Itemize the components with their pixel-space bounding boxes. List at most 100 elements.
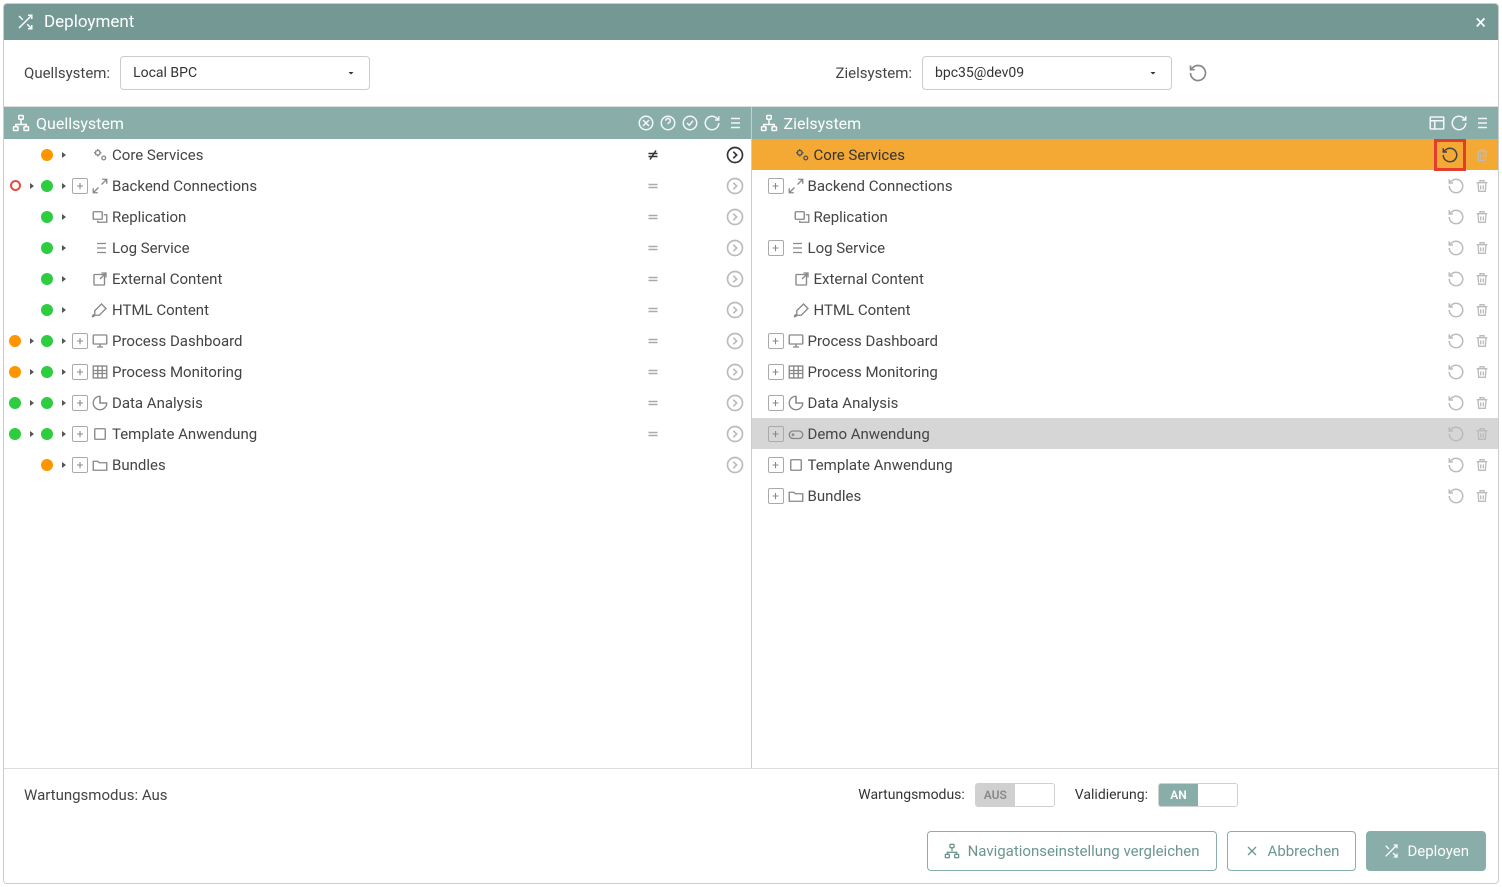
transfer-arrow-icon[interactable]: [725, 300, 745, 320]
tree-row-label: HTML Content: [814, 301, 1445, 319]
expand-icon: [72, 302, 88, 318]
refresh-icon[interactable]: [1450, 114, 1468, 132]
source-tree-row[interactable]: Core Services: [4, 139, 751, 170]
source-tree-row[interactable]: HTML Content: [4, 294, 751, 325]
close-icon[interactable]: ×: [1475, 10, 1486, 34]
transfer-arrow-icon[interactable]: [725, 176, 745, 196]
expand-icon[interactable]: +: [72, 426, 88, 442]
expand-icon[interactable]: +: [768, 395, 784, 411]
transfer-arrow-icon[interactable]: [725, 455, 745, 475]
target-system-dropdown[interactable]: bpc35@dev09: [922, 56, 1172, 90]
undo-icon[interactable]: [1446, 332, 1466, 350]
trash-icon[interactable]: [1472, 333, 1492, 349]
undo-icon[interactable]: [1446, 239, 1466, 257]
trash-icon[interactable]: [1472, 240, 1492, 256]
undo-icon[interactable]: [1446, 177, 1466, 195]
expand-icon[interactable]: +: [72, 364, 88, 380]
expand-icon[interactable]: +: [72, 395, 88, 411]
transfer-arrow-icon[interactable]: [725, 145, 745, 165]
shuffle-icon: [16, 13, 34, 31]
undo-icon[interactable]: [1446, 270, 1466, 288]
expand-icon[interactable]: +: [768, 178, 784, 194]
undo-icon[interactable]: [1434, 139, 1466, 171]
target-tree-row[interactable]: +Process Monitoring: [752, 356, 1499, 387]
undo-icon[interactable]: [1446, 301, 1466, 319]
source-tree-row[interactable]: +Template Anwendung: [4, 418, 751, 449]
transfer-arrow-icon[interactable]: [725, 269, 745, 289]
expand-icon[interactable]: +: [768, 364, 784, 380]
window-title: Deployment: [44, 12, 1465, 32]
source-tree-row[interactable]: +Process Dashboard: [4, 325, 751, 356]
source-tree-row[interactable]: +Data Analysis: [4, 387, 751, 418]
source-tree-row[interactable]: Log Service: [4, 232, 751, 263]
trash-icon[interactable]: [1472, 302, 1492, 318]
expand-icon[interactable]: +: [768, 333, 784, 349]
expand-icon[interactable]: +: [768, 426, 784, 442]
target-tree-row[interactable]: Replication: [752, 201, 1499, 232]
undo-icon[interactable]: [1446, 363, 1466, 381]
expand-icon[interactable]: +: [768, 457, 784, 473]
target-tree-row[interactable]: External Content: [752, 263, 1499, 294]
trash-icon[interactable]: [1472, 457, 1492, 473]
source-tree-row[interactable]: +Bundles: [4, 449, 751, 480]
expand-icon[interactable]: +: [72, 333, 88, 349]
transfer-arrow-icon[interactable]: [725, 238, 745, 258]
transfer-arrow-icon[interactable]: [725, 424, 745, 444]
target-tree-row[interactable]: +Process Dashboard: [752, 325, 1499, 356]
undo-icon[interactable]: [1446, 208, 1466, 226]
target-tree-row[interactable]: +Backend Connections: [752, 170, 1499, 201]
refresh-icon[interactable]: [1188, 63, 1208, 83]
trash-icon[interactable]: [1472, 364, 1492, 380]
target-tree-row[interactable]: +Log Service: [752, 232, 1499, 263]
undo-icon[interactable]: [1446, 425, 1466, 443]
trash-icon[interactable]: [1472, 209, 1492, 225]
tree-row-label: External Content: [112, 270, 641, 288]
transfer-arrow-icon[interactable]: [725, 207, 745, 227]
trash-icon[interactable]: [1472, 395, 1492, 411]
toggle-on-label: AN: [1159, 784, 1198, 806]
not-equal-icon: [643, 146, 663, 164]
undo-icon[interactable]: [1446, 487, 1466, 505]
source-tree-row[interactable]: +Backend Connections: [4, 170, 751, 201]
transfer-arrow-icon[interactable]: [725, 362, 745, 382]
expand-icon[interactable]: +: [72, 178, 88, 194]
trash-icon[interactable]: [1472, 147, 1492, 163]
target-tree-row[interactable]: +Template Anwendung: [752, 449, 1499, 480]
expand-icon[interactable]: +: [768, 488, 784, 504]
collapse-all-icon[interactable]: [1472, 114, 1490, 132]
target-tree-row[interactable]: +Data Analysis: [752, 387, 1499, 418]
transfer-arrow-icon[interactable]: [725, 331, 745, 351]
refresh-icon[interactable]: [703, 114, 721, 132]
compare-navigation-button[interactable]: Navigationseinstellung vergleichen: [927, 831, 1217, 871]
monitor-icon: [90, 331, 110, 351]
undo-icon[interactable]: [1446, 456, 1466, 474]
layout-icon[interactable]: [1428, 114, 1446, 132]
maintenance-toggle[interactable]: AUS: [975, 783, 1055, 807]
trash-icon[interactable]: [1472, 271, 1492, 287]
expand-icon[interactable]: +: [72, 457, 88, 473]
undo-icon[interactable]: [1446, 394, 1466, 412]
source-tree-row[interactable]: External Content: [4, 263, 751, 294]
clear-icon[interactable]: [637, 114, 655, 132]
source-tree-row[interactable]: Replication: [4, 201, 751, 232]
source-system-dropdown[interactable]: Local BPC: [120, 56, 370, 90]
target-tree-row[interactable]: +Bundles: [752, 480, 1499, 511]
help-icon[interactable]: [659, 114, 677, 132]
cancel-button[interactable]: Abbrechen: [1227, 831, 1357, 871]
expand-icon[interactable]: +: [768, 240, 784, 256]
expand-icon: [768, 147, 784, 163]
transfer-arrow-icon[interactable]: [725, 393, 745, 413]
trash-icon[interactable]: [1472, 426, 1492, 442]
target-tree-row[interactable]: HTML Content: [752, 294, 1499, 325]
check-icon[interactable]: [681, 114, 699, 132]
gamepad-icon: [786, 424, 806, 444]
collapse-all-icon[interactable]: [725, 114, 743, 132]
target-tree-row[interactable]: + Demo Anwendung: [752, 418, 1499, 449]
tree-row-label: Demo Anwendung: [808, 425, 1445, 443]
source-tree-row[interactable]: +Process Monitoring: [4, 356, 751, 387]
trash-icon[interactable]: [1472, 178, 1492, 194]
target-tree-row[interactable]: Core Services: [752, 139, 1499, 170]
trash-icon[interactable]: [1472, 488, 1492, 504]
validation-toggle[interactable]: AN: [1158, 783, 1238, 807]
deploy-button[interactable]: Deployen: [1366, 831, 1486, 871]
